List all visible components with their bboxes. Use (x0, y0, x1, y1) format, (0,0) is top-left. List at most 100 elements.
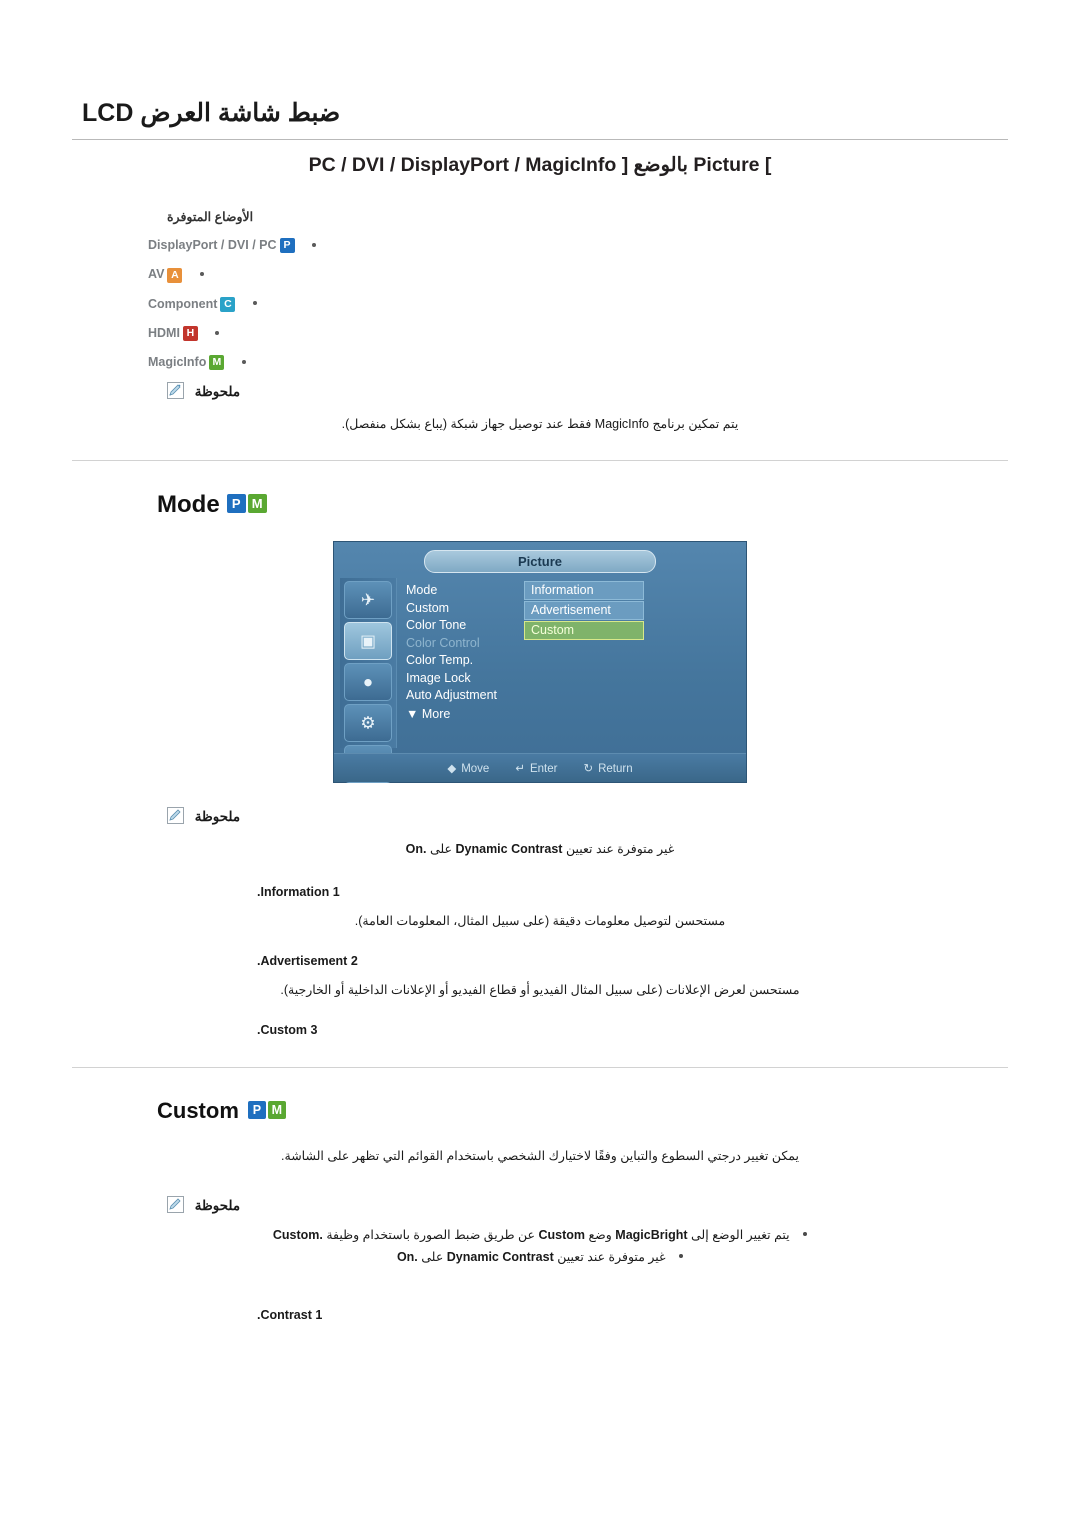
note-text-part: على (430, 842, 453, 857)
page: ضبط شاشة العرض LCD Picture [ بالوضع PC /… (0, 0, 1080, 1527)
picture-icon: ▣ (344, 622, 392, 661)
osd-menu-item[interactable]: Auto Adjustment (406, 687, 497, 705)
custom-heading: MP Custom (72, 1098, 1008, 1124)
note-icon (167, 1196, 184, 1214)
osd-icon-bar: ✈ ▣ ● ⚙ █ (340, 578, 397, 784)
mode-item-title: Advertisement (260, 954, 348, 969)
osd-option-information[interactable]: Information (524, 581, 644, 601)
contrast-item-title: Contrast (260, 1308, 312, 1323)
note-heading-label: ملحوظة (194, 384, 241, 400)
bullet-icon (241, 359, 246, 364)
osd-menu-item: Color Control (406, 635, 497, 653)
badge-c-icon: C (220, 296, 236, 312)
badge-m-icon: M (209, 355, 225, 371)
osd-menu-label: Color Temp. (406, 653, 474, 668)
list-item: HDMI H (72, 325, 1008, 342)
bullet-icon (803, 1232, 808, 1237)
osd-menu-label: Custom (406, 600, 450, 615)
section-divider (72, 460, 1008, 462)
available-mode-label: MagicInfo (148, 355, 207, 370)
badge-p-icon: P (247, 1100, 266, 1119)
mode-heading: MP Mode (72, 491, 1008, 519)
note-text-en: On. (405, 842, 427, 857)
osd-value-list: Information Advertisement Custom (524, 581, 644, 641)
section-subtitle: Picture [ بالوضع PC / DVI / DisplayPort … (72, 153, 1008, 177)
list-item: يتم تغيير الوضع إلى MagicBright وضع Cust… (72, 1227, 1008, 1242)
bullet-icon (312, 242, 316, 247)
custom-heading-label: Custom (157, 1098, 239, 1124)
osd-menu-list: Mode: Custom Color Tone: Color Control C… (406, 582, 584, 721)
note-text-part: عن طريق ضبط الصورة باستخدام وظيفة (326, 1228, 535, 1243)
note-heading-label: ملحوظة (194, 809, 241, 825)
mode-item-description: مستحسن لعرض الإعلانات (على سبيل المثال ا… (280, 983, 800, 998)
list-item: Component C (72, 297, 1008, 312)
osd-menu-label: Color Tone (406, 618, 467, 633)
osd-footer-enter: ↵ Enter (515, 763, 558, 776)
list-item: DisplayPort / DVI / PC P (72, 238, 1008, 254)
note-heading: ملحوظة (72, 807, 1008, 826)
note-text-en: Custom (538, 1228, 586, 1243)
note-bullet-list: يتم تغيير الوضع إلى MagicBright وضع Cust… (72, 1227, 1008, 1264)
setup-icon: ⚙ (344, 704, 392, 743)
page-title: ضبط شاشة العرض LCD (82, 99, 341, 127)
list-item: Contrast 1. (72, 1308, 1008, 1322)
osd-footer: ◆ Move ↵ Enter ↻ Return (334, 753, 746, 783)
note-icon (167, 807, 184, 825)
note-text-part: وضع (588, 1228, 612, 1243)
mode-item-title: Information (260, 885, 330, 900)
badge-h-icon: H (182, 326, 198, 342)
osd-option-custom[interactable]: Custom (524, 621, 644, 641)
osd-option-advertisement[interactable]: Advertisement (524, 601, 644, 621)
osd-title: Picture (424, 550, 656, 574)
note-body: يتم تمكين برنامج MagicInfo فقط عند توصيل… (341, 417, 739, 432)
subtitle-modes: PC / DVI / DisplayPort / MagicInfo (308, 154, 617, 176)
osd-menu-item[interactable]: Image Lock (406, 670, 497, 688)
badge-p-icon: P (279, 238, 295, 254)
note-text-part: على (421, 1250, 444, 1265)
osd-menu-item[interactable]: Color Tone: (406, 617, 584, 635)
available-mode-label: DisplayPort / DVI / PC (148, 238, 277, 253)
subtitle-arabic: بالوضع (633, 154, 688, 176)
osd-more-label: More (421, 706, 451, 721)
badge-m-icon: M (247, 493, 267, 513)
subtitle-suffix: ] (621, 154, 629, 176)
note-text-en: Dynamic Contrast (446, 1250, 554, 1265)
note-text-part: غير متوفرة عند تعيين (565, 842, 675, 857)
note-text-en: Custom. (272, 1228, 323, 1243)
note-text-en: On. (396, 1250, 418, 1265)
subtitle-prefix: Picture [ (693, 154, 772, 176)
osd-menu-item[interactable]: Mode: (406, 582, 584, 600)
osd-footer-move: ◆ Move (447, 763, 490, 776)
bullet-icon (199, 272, 204, 276)
available-modes-heading: الأوضاع المتوفرة (167, 210, 254, 224)
bullet-icon (679, 1254, 684, 1259)
list-item: MagicInfo M (72, 355, 1008, 371)
osd-menu-label: Color Control (406, 635, 480, 650)
osd-menu-item[interactable]: Custom (406, 600, 497, 618)
note-heading: ملحوظة (72, 382, 1008, 401)
osd-menu-item[interactable]: Color Temp. (406, 652, 497, 670)
note-text-en: MagicBright (615, 1228, 688, 1243)
osd-more-item[interactable]: ▼ More (406, 707, 497, 721)
bullet-icon (252, 301, 257, 306)
osd-menu-label: Image Lock (406, 670, 471, 685)
note-text-part: يتم تغيير الوضع إلى (691, 1228, 790, 1243)
available-mode-label: AV (148, 267, 165, 282)
custom-paragraph: يمكن تغيير درجتي السطوع والتباين وفقًا ل… (281, 1149, 799, 1164)
note-heading: ملحوظة (72, 1196, 1008, 1215)
available-mode-label: HDMI (148, 325, 180, 340)
note-heading-label: ملحوظة (194, 1198, 241, 1214)
osd-menu-label: Mode (406, 583, 438, 598)
section-divider (72, 1067, 1008, 1069)
osd-screenshot: Picture ✈ ▣ ● ⚙ █ Mode: Custom Color Ton… (333, 541, 747, 784)
mode-item-title: Custom (260, 1023, 308, 1038)
available-modes-list: DisplayPort / DVI / PC P AV A Component C H… (72, 238, 1008, 371)
list-item: AV A (72, 267, 1008, 283)
mode-heading-label: Mode (157, 491, 220, 519)
list-item: Information 1. (72, 885, 1008, 899)
badge-p-icon: P (226, 493, 246, 513)
bullet-icon (215, 330, 220, 335)
sound-icon: ● (344, 663, 392, 702)
badge-m-icon: M (267, 1100, 286, 1119)
list-item: غير متوفرة عند تعيين Dynamic Contrast عل… (72, 1249, 1008, 1264)
